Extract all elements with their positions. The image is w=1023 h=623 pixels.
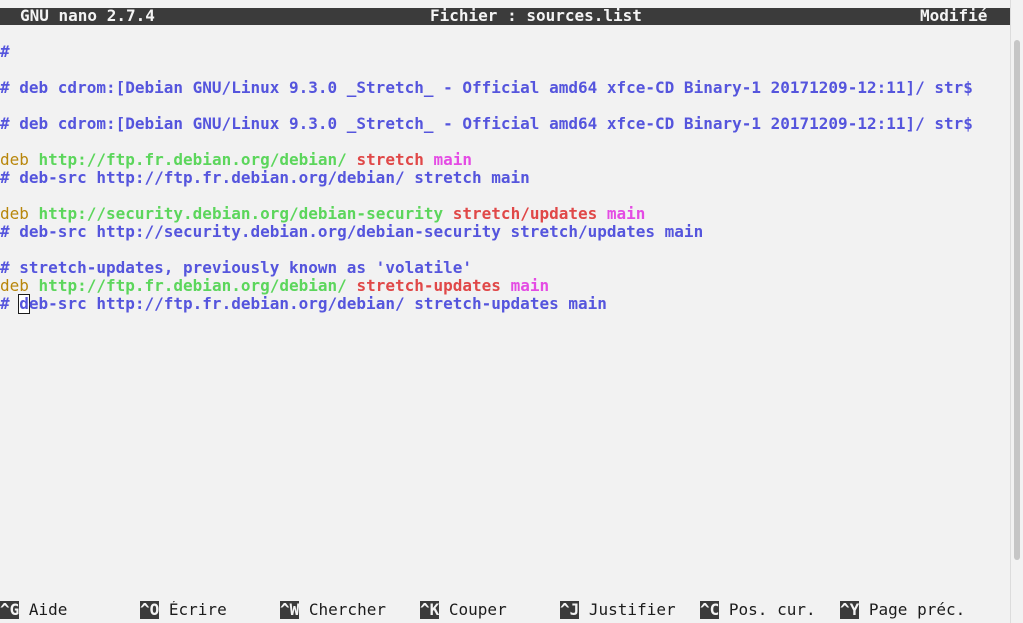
- app-version: GNU nano 2.7.4: [20, 6, 155, 25]
- token-url: http://ftp.fr.debian.org/debian/: [38, 150, 347, 169]
- token-suite: stretch: [356, 150, 424, 169]
- token-comp: main: [606, 204, 646, 223]
- token-url: http://security.debian.org/debian-securi…: [38, 204, 444, 223]
- token-comment: eb-src http://ftp.fr.debian.org/debian/ …: [28, 294, 607, 313]
- token-comment: # stretch-updates, previously known as '…: [0, 258, 473, 277]
- vertical-scrollbar[interactable]: [1010, 0, 1023, 623]
- shortcut-key: ^C: [700, 601, 720, 619]
- shortcut-label: Chercher: [299, 601, 386, 619]
- editor-line[interactable]: [0, 97, 1010, 115]
- text-cursor: d: [18, 294, 30, 314]
- token-comment: # deb-src http://security.debian.org/deb…: [0, 222, 704, 241]
- shortcut-key: ^K: [420, 601, 440, 619]
- token-url: http://ftp.fr.debian.org/debian/: [38, 276, 347, 295]
- token-deb: deb: [0, 150, 29, 169]
- editor-line[interactable]: # deb cdrom:[Debian GNU/Linux 9.3.0 _Str…: [0, 79, 1010, 97]
- shortcut-justifier: ^J Justifier: [560, 601, 676, 619]
- token-deb: deb: [0, 276, 29, 295]
- shortcut-key: ^W: [280, 601, 300, 619]
- shortcut-label: Écrire: [159, 601, 227, 619]
- editor-line[interactable]: [0, 133, 1010, 151]
- shortcut-key: ^O: [140, 601, 160, 619]
- modified-status: Modifié: [920, 6, 988, 25]
- token-suite: stretch-updates: [356, 276, 501, 295]
- shortcut-pos-cur: ^C Pos. cur.: [700, 601, 816, 619]
- editor-line[interactable]: [0, 61, 1010, 79]
- editor-line[interactable]: deb http://security.debian.org/debian-se…: [0, 205, 1010, 223]
- editor-line[interactable]: # stretch-updates, previously known as '…: [0, 259, 1010, 277]
- editor-line[interactable]: # deb-src http://security.debian.org/deb…: [0, 223, 1010, 241]
- shortcut-key: ^J: [560, 601, 580, 619]
- shortcut-key: ^G: [0, 601, 20, 619]
- shortcut-chercher: ^W Chercher: [280, 601, 386, 619]
- file-name: Fichier : sources.list: [430, 6, 642, 25]
- shortcut-écrire: ^O Écrire: [140, 601, 227, 619]
- token-comment: #: [0, 294, 20, 313]
- shortcut-key: ^Y: [840, 601, 860, 619]
- token-comment: # deb cdrom:[Debian GNU/Linux 9.3.0 _Str…: [0, 114, 973, 133]
- token-comp: main: [433, 150, 473, 169]
- shortcut-label: Justifier: [579, 601, 676, 619]
- token-comment: # deb-src http://ftp.fr.debian.org/debia…: [0, 168, 530, 187]
- editor-line[interactable]: # deb-src http://ftp.fr.debian.org/debia…: [0, 294, 1010, 314]
- shortcut-label: Aide: [19, 601, 68, 619]
- nano-title-bar: GNU nano 2.7.4 Fichier : sources.list Mo…: [0, 6, 1010, 25]
- token-comp: main: [510, 276, 550, 295]
- shortcut-label: Page préc.: [859, 601, 966, 619]
- token-suite: stretch/updates: [452, 204, 598, 223]
- shortcut-aide: ^G Aide: [0, 601, 67, 619]
- scrollbar-thumb[interactable]: [1014, 40, 1020, 560]
- editor-line[interactable]: # deb cdrom:[Debian GNU/Linux 9.3.0 _Str…: [0, 115, 1010, 133]
- shortcut-label: Pos. cur.: [719, 601, 816, 619]
- shortcut-label: Couper: [439, 601, 507, 619]
- token-comment: # deb cdrom:[Debian GNU/Linux 9.3.0 _Str…: [0, 78, 973, 97]
- editor-line[interactable]: # deb-src http://ftp.fr.debian.org/debia…: [0, 169, 1010, 187]
- editor-line[interactable]: deb http://ftp.fr.debian.org/debian/ str…: [0, 151, 1010, 169]
- editor-line[interactable]: [0, 187, 1010, 205]
- text-editor-area[interactable]: # # deb cdrom:[Debian GNU/Linux 9.3.0 _S…: [0, 43, 1010, 583]
- token-comment: #: [0, 43, 10, 61]
- editor-line[interactable]: [0, 241, 1010, 259]
- editor-line[interactable]: deb http://ftp.fr.debian.org/debian/ str…: [0, 277, 1010, 295]
- shortcut-bar: ^G Aide ^O Écrire ^W Chercher ^K Couper ^J J…: [0, 601, 1010, 623]
- editor-line[interactable]: #: [0, 43, 1010, 61]
- token-deb: deb: [0, 204, 29, 223]
- shortcut-page-préc: ^Y Page préc.: [840, 601, 965, 619]
- shortcut-couper: ^K Couper: [420, 601, 507, 619]
